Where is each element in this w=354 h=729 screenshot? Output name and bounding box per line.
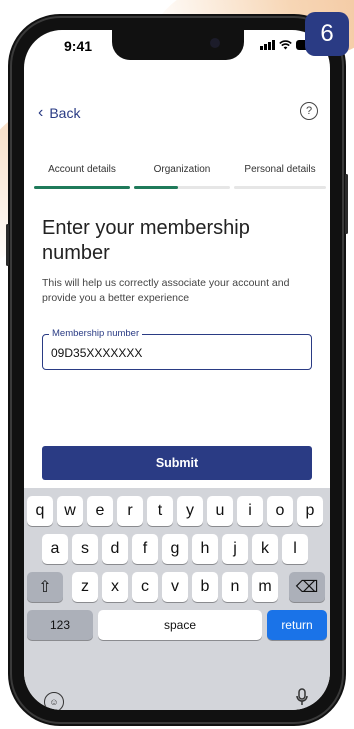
key-t[interactable]: t [147, 496, 173, 526]
key-z[interactable]: z [72, 572, 98, 602]
key-g[interactable]: g [162, 534, 188, 564]
key-b[interactable]: b [192, 572, 218, 602]
progress-steps: Account details Organization Personal de… [34, 164, 326, 190]
phone-frame: 9:41 ‹ Back ? Account details Organizati… [6, 14, 348, 726]
step-account-details-bar [34, 186, 130, 189]
delete-key[interactable]: ⌫ [289, 572, 325, 602]
emoji-icon[interactable]: ☺ [44, 692, 64, 710]
key-v[interactable]: v [162, 572, 188, 602]
key-a[interactable]: a [42, 534, 68, 564]
key-q[interactable]: q [27, 496, 53, 526]
status-time: 9:41 [64, 38, 93, 54]
key-l[interactable]: l [282, 534, 308, 564]
membership-number-value[interactable]: 09D35XXXXXXX [51, 346, 142, 360]
membership-number-label: Membership number [49, 328, 143, 339]
numbers-key[interactable]: 123 [27, 610, 93, 640]
back-button[interactable]: ‹ Back [38, 104, 80, 122]
step-label: Personal details [244, 164, 316, 175]
page-title: Enter your membership number [42, 217, 250, 264]
membership-number-field[interactable]: Membership number 09D35XXXXXXX [42, 328, 312, 370]
power-button [345, 174, 348, 234]
step-account-details: Account details [34, 164, 130, 175]
help-icon[interactable]: ? [300, 102, 318, 120]
step-organization-bar [134, 186, 178, 189]
volume-button [6, 224, 9, 266]
submit-button[interactable]: Submit [42, 446, 312, 480]
step-label: Account details [48, 164, 116, 175]
key-o[interactable]: o [267, 496, 293, 526]
step-label: Organization [153, 164, 211, 175]
wifi-icon [279, 40, 292, 50]
keyboard: q w e r t y u i o p a s d f g h j k l ⇧ … [24, 488, 330, 710]
key-s[interactable]: s [72, 534, 98, 564]
space-key[interactable]: space [98, 610, 262, 640]
notch [112, 30, 244, 60]
back-label: Back [49, 105, 81, 121]
step-organization: Organization [134, 164, 230, 175]
camera-icon [210, 38, 220, 48]
key-w[interactable]: w [57, 496, 83, 526]
microphone-icon[interactable] [296, 688, 308, 710]
key-p[interactable]: p [297, 496, 323, 526]
key-j[interactable]: j [222, 534, 248, 564]
chevron-left-icon: ‹ [38, 104, 44, 121]
key-m[interactable]: m [252, 572, 278, 602]
key-u[interactable]: u [207, 496, 233, 526]
key-y[interactable]: y [177, 496, 203, 526]
key-h[interactable]: h [192, 534, 218, 564]
key-e[interactable]: e [87, 496, 113, 526]
key-c[interactable]: c [132, 572, 158, 602]
step-personal-details-bar [234, 186, 326, 189]
key-k[interactable]: k [252, 534, 278, 564]
return-key[interactable]: return [267, 610, 327, 640]
step-personal-details: Personal details [232, 164, 328, 175]
key-f[interactable]: f [132, 534, 158, 564]
signal-icon [260, 40, 275, 50]
key-i[interactable]: i [237, 496, 263, 526]
step-number-badge: 6 [305, 12, 349, 56]
key-r[interactable]: r [117, 496, 143, 526]
key-d[interactable]: d [102, 534, 128, 564]
key-n[interactable]: n [222, 572, 248, 602]
screen: 9:41 ‹ Back ? Account details Organizati… [24, 30, 330, 710]
key-x[interactable]: x [102, 572, 128, 602]
shift-key[interactable]: ⇧ [27, 572, 63, 602]
page-subtitle: This will help us correctly associate yo… [42, 277, 290, 304]
